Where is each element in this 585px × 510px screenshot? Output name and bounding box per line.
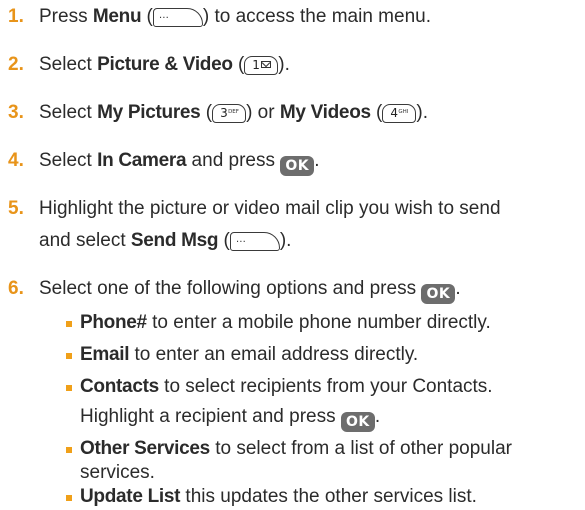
step-text-pre: Select one of the following options and … [39,278,422,299]
step-text-pre: Select [39,102,98,123]
step-text: Select My Pictures (3 DEF) or My Videos (… [39,100,428,126]
ok-key-icon: OK [280,156,315,176]
step-number: 1. [8,6,24,27]
step-bold-term: My Videos [279,102,371,123]
step-bold-term: My Pictures [97,102,201,123]
option-text: Phone# to enter a mobile phone number di… [80,310,491,336]
option-continuation: services. [80,462,155,483]
menu-dots-glyph: … [235,234,246,245]
ok-key-icon: OK [421,284,456,304]
paren: ( [232,54,245,75]
option-term: Update List [80,486,181,507]
envelope-icon [261,61,272,68]
step-number: 6. [8,278,24,299]
key-letters: GHI [398,109,409,115]
step-text-pre: and select [39,230,131,251]
key-digit: 4 [390,106,399,120]
step-bold-term: Menu [92,6,142,27]
instruction-page: 1. Press Menu (…) to access the main men… [0,0,585,510]
step-text: Press Menu (…) to access the main menu. [39,4,431,30]
step-bold-term: Send Msg [130,230,219,251]
option-text: Other Services to select from a list of … [80,436,512,462]
send-msg-key-icon: … [229,232,280,251]
option-term: Email [80,344,130,365]
key-4-icon: 4 GHI [382,104,417,123]
option-other-services-continued: services. [80,460,155,486]
step-text-end: . [314,150,320,171]
step-number: 3. [8,102,24,123]
option-text: Update List this updates the other servi… [80,484,477,510]
bullet-square-icon [66,321,72,327]
step-text-pre: Select [39,150,98,171]
paren: ). [416,102,428,123]
key-digit: 1 [252,58,260,72]
bullet-square-icon [66,385,72,391]
option-term: Phone# [80,312,147,333]
key-digit: 3 [220,106,228,120]
option-continuation-end: . [374,406,381,427]
option-description: to select recipients from your Contacts. [158,376,493,397]
step-text-post: and press [186,150,281,171]
option-description: to enter an email address directly. [129,344,419,365]
step-number: 4. [8,150,24,171]
step-bold-term: Picture & Video [97,54,233,75]
step-number: 2. [8,54,24,75]
ok-key-icon: OK [340,412,375,432]
paren: ( [218,230,230,251]
paren: ( [370,102,383,123]
step-text-post: to access the main menu. [209,6,431,27]
step-text: Select In Camera and press OK. [39,148,320,176]
key-letters: DEF [228,109,239,115]
option-continuation: Highlight a recipient and press [80,406,341,427]
step-text: Select Picture & Video (1). [39,52,290,78]
step-text-end: . [455,278,461,299]
key-3-icon: 3 DEF [212,104,247,123]
option-description: this updates the other services list. [180,486,477,507]
step-text-line-2: and select Send Msg ( …). [39,228,291,254]
option-description: to enter a mobile phone number directly. [146,312,491,333]
step-text-line-1: Highlight the picture or video mail clip… [39,198,501,219]
key-1-icon: 1 [244,56,279,75]
step-number: 5. [8,198,24,219]
option-text: Email to enter an email address directly… [80,342,418,368]
step-text-pre: Press [39,6,93,27]
option-term: Contacts [80,376,159,397]
option-description: to select from a list of other popular [209,438,512,459]
bullet-square-icon [66,447,72,453]
paren: ). [279,230,292,251]
paren: ( [200,102,213,123]
option-term: Other Services [80,438,210,459]
option-text: Contacts to select recipients from your … [80,374,493,400]
menu-key-icon: … [152,8,203,27]
step-text-mid: or [252,102,280,123]
paren: ( [141,6,153,27]
option-contacts-continued: Highlight a recipient and press OK. [80,404,380,432]
step-text: Select one of the following options and … [39,276,461,304]
paren: ). [278,54,290,75]
step-bold-term: In Camera [97,150,187,171]
menu-dots-glyph: … [158,10,169,21]
step-text-pre: Select [39,54,98,75]
bullet-square-icon [66,495,72,501]
bullet-square-icon [66,353,72,359]
